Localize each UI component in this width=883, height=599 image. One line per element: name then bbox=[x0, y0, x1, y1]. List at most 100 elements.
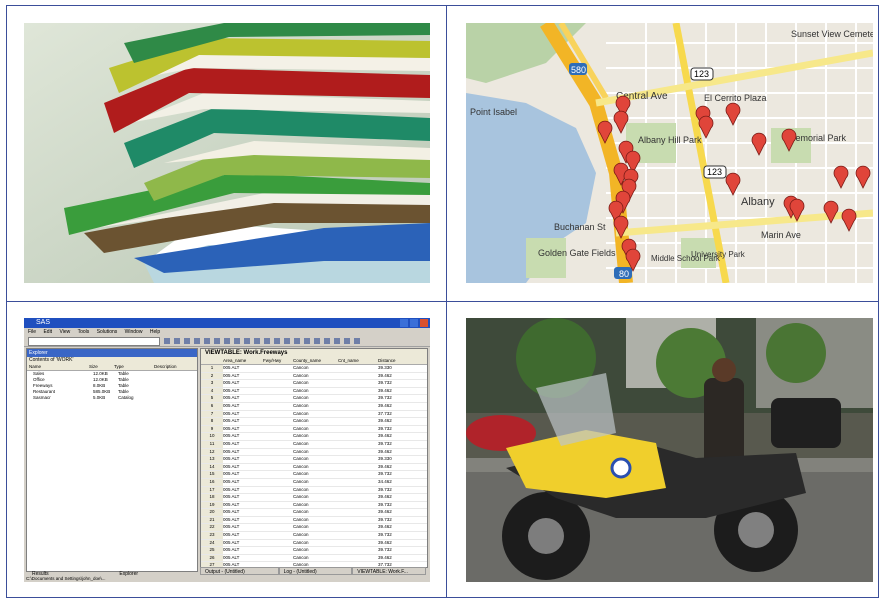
col-name[interactable]: Name bbox=[27, 364, 89, 370]
label-buchanan-st: Buchanan St bbox=[554, 222, 606, 232]
viewtable-cell bbox=[263, 540, 293, 547]
viewtable-row[interactable]: 21 005 ALT Cancon 39.732 bbox=[201, 516, 427, 525]
explorer-row[interactable]: Sasmacr 5.0KB Catalog bbox=[27, 395, 197, 401]
viewtable-cell bbox=[263, 388, 293, 395]
menu-window[interactable]: Window bbox=[125, 329, 143, 335]
viewtable-cell: Cancon bbox=[293, 440, 309, 446]
viewtable-row[interactable]: 14 005 ALT Cancon 39.462 bbox=[201, 463, 427, 472]
menu-help[interactable]: Help bbox=[150, 329, 160, 335]
viewtable-cell bbox=[338, 441, 378, 448]
viewtable-cell: 2 bbox=[201, 372, 223, 380]
explorer-title: Explorer bbox=[27, 349, 197, 357]
viewtable-cell: 13 bbox=[201, 456, 223, 463]
viewtable-cell: Cancon bbox=[293, 486, 309, 492]
viewtable-cell: 3 bbox=[201, 380, 223, 387]
menu-tools[interactable]: Tools bbox=[78, 329, 90, 335]
col-description[interactable]: Description bbox=[154, 364, 194, 370]
books-photo bbox=[24, 23, 430, 283]
menu-file[interactable]: File bbox=[28, 329, 36, 335]
top-case bbox=[771, 398, 841, 448]
vt-col-county-name[interactable]: County_name bbox=[293, 358, 338, 364]
viewtable-cell bbox=[338, 403, 378, 410]
viewtable-cell bbox=[338, 517, 378, 524]
viewtable-cell: Cancon bbox=[293, 516, 309, 522]
viewtable-row[interactable]: 2 005 ALT Cancon 39.462 bbox=[201, 372, 427, 381]
viewtable-cell: 39.732 bbox=[378, 547, 392, 553]
viewtable-cell: 005 ALT bbox=[223, 402, 240, 408]
viewtable-row[interactable]: 22 005 ALT Cancon 39.462 bbox=[201, 524, 427, 533]
viewtable-row[interactable]: 7 005 ALT Cancon 37.732 bbox=[201, 410, 427, 419]
viewtable-cell: 25 bbox=[201, 547, 223, 554]
viewtable-cell: 005 ALT bbox=[223, 387, 240, 393]
maximize-icon[interactable] bbox=[410, 319, 418, 327]
viewtable-cell: 34.462 bbox=[378, 478, 392, 484]
viewtable-cell: 26 bbox=[201, 554, 223, 562]
viewtable-row[interactable]: 1 005 ALT Cancon 39.330 bbox=[201, 365, 427, 373]
viewtable-row[interactable]: 24 005 ALT Cancon 39.462 bbox=[201, 539, 427, 548]
viewtable-row[interactable]: 9 005 ALT Cancon 39.732 bbox=[201, 425, 427, 434]
books-illustration bbox=[24, 23, 430, 283]
vt-col-cnt-name[interactable]: Cnt_name bbox=[338, 358, 378, 364]
task-log[interactable]: Log - (Untitled) bbox=[278, 567, 353, 575]
viewtable-row[interactable]: 15 005 ALT Cancon 39.732 bbox=[201, 471, 427, 479]
viewtable-row[interactable]: 16 005 ALT Cancon 34.462 bbox=[201, 478, 427, 487]
minimize-icon[interactable] bbox=[400, 319, 408, 327]
viewtable-cell: 39.732 bbox=[378, 501, 392, 507]
viewtable-row[interactable]: 4 005 ALT Cancon 39.462 bbox=[201, 387, 427, 396]
viewtable-cell: 39.732 bbox=[378, 440, 392, 446]
viewtable-row[interactable]: 26 005 ALT Cancon 39.462 bbox=[201, 554, 427, 563]
viewtable-cell bbox=[338, 433, 378, 440]
viewtable-cell: Cancon bbox=[293, 532, 309, 538]
sas-menu-bar: File Edit View Tools Solutions Window He… bbox=[24, 328, 430, 336]
viewtable-row[interactable]: 5 005 ALT Cancon 39.732 bbox=[201, 395, 427, 403]
sas-title-bar: SAS bbox=[24, 318, 430, 328]
viewtable-row[interactable]: 6 005 ALT Cancon 39.462 bbox=[201, 402, 427, 411]
viewtable-cell: Cancon bbox=[293, 402, 309, 408]
toolbar-icons[interactable] bbox=[164, 338, 364, 344]
viewtable-row[interactable]: 25 005 ALT Cancon 39.732 bbox=[201, 547, 427, 555]
viewtable-row[interactable]: 10 005 ALT Cancon 39.462 bbox=[201, 433, 427, 441]
menu-solutions[interactable]: Solutions bbox=[97, 329, 118, 335]
viewtable-row[interactable]: 18 005 ALT Cancon 39.462 bbox=[201, 494, 427, 502]
viewtable-cell bbox=[263, 426, 293, 433]
viewtable-cell bbox=[338, 555, 378, 562]
vt-col-distance[interactable]: Distance bbox=[378, 358, 418, 364]
viewtable-cell bbox=[338, 464, 378, 471]
viewtable-cell bbox=[338, 540, 378, 547]
menu-view[interactable]: View bbox=[59, 329, 70, 335]
viewtable-row[interactable]: 19 005 ALT Cancon 39.732 bbox=[201, 501, 427, 510]
viewtable-cell: Cancon bbox=[293, 539, 309, 545]
viewtable-cell bbox=[263, 547, 293, 554]
viewtable-cell: Cancon bbox=[293, 395, 309, 401]
shield-123-lower: 123 bbox=[707, 167, 722, 177]
viewtable-cell: 005 ALT bbox=[223, 554, 240, 560]
viewtable-cell bbox=[263, 373, 293, 380]
viewtable-cell bbox=[263, 449, 293, 456]
close-icon[interactable] bbox=[420, 319, 428, 327]
vt-col-area-name[interactable]: Area_name bbox=[223, 358, 263, 364]
col-size[interactable]: Size bbox=[89, 364, 114, 370]
viewtable-row[interactable]: 13 005 ALT Cancon 39.330 bbox=[201, 456, 427, 464]
viewtable-row[interactable]: 20 005 ALT Cancon 39.462 bbox=[201, 509, 427, 517]
task-viewtable[interactable]: VIEWTABLE: Work.F... bbox=[352, 567, 426, 575]
command-box[interactable] bbox=[28, 337, 160, 346]
grid-line-middle bbox=[6, 301, 879, 302]
vt-col-fwy[interactable]: Fwy/Hwy bbox=[263, 358, 293, 364]
viewtable-row[interactable]: 11 005 ALT Cancon 39.732 bbox=[201, 440, 427, 449]
grid-line-center bbox=[446, 5, 447, 598]
viewtable-cell: 39.462 bbox=[378, 433, 392, 439]
viewtable-cell: 005 ALT bbox=[223, 365, 240, 370]
viewtable-cell bbox=[338, 524, 378, 531]
viewtable-cell: 005 ALT bbox=[223, 539, 240, 545]
viewtable-cell: 005 ALT bbox=[223, 516, 240, 522]
viewtable-row[interactable]: 12 005 ALT Cancon 39.462 bbox=[201, 448, 427, 457]
viewtable-row[interactable]: 3 005 ALT Cancon 39.732 bbox=[201, 380, 427, 388]
viewtable-row[interactable]: 23 005 ALT Cancon 39.732 bbox=[201, 532, 427, 540]
col-type[interactable]: Type bbox=[114, 364, 154, 370]
viewtable-row[interactable]: 8 005 ALT Cancon 39.462 bbox=[201, 418, 427, 426]
viewtable-header: Area_name Fwy/Hwy County_name Cnt_name D… bbox=[201, 358, 427, 365]
viewtable-row[interactable]: 17 005 ALT Cancon 39.732 bbox=[201, 486, 427, 495]
task-output[interactable]: Output - (Untitled) bbox=[200, 567, 279, 575]
menu-edit[interactable]: Edit bbox=[43, 329, 52, 335]
viewtable-cell: 005 ALT bbox=[223, 418, 240, 424]
